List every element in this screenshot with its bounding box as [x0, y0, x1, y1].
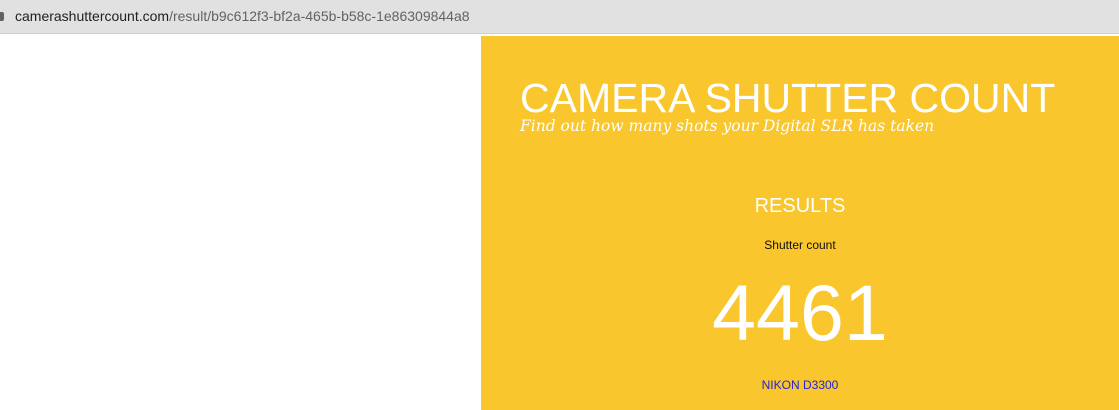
results-heading: RESULTS [754, 195, 846, 217]
camera-model-link[interactable]: NIKON D3300 [481, 378, 1119, 392]
lock-icon[interactable] [0, 12, 4, 21]
blank-page-area [0, 36, 481, 410]
shutter-count-value: 4461 [712, 268, 888, 357]
browser-address-bar[interactable]: camerashuttercount.com/result/b9c612f3-b… [0, 0, 1119, 34]
url-host: camerashuttercount.com [15, 8, 170, 24]
url-text[interactable]: camerashuttercount.com/result/b9c612f3-b… [15, 8, 470, 24]
shutter-count-label: Shutter count [764, 238, 836, 252]
url-path: /result/b9c612f3-bf2a-465b-b58c-1e863098… [169, 8, 470, 24]
site-tagline: Find out how many shots your Digital SLR… [520, 117, 935, 135]
site-title: CAMERA SHUTTER COUNT [520, 75, 1056, 121]
results-panel: CAMERA SHUTTER COUNT Find out how many s… [481, 36, 1119, 410]
